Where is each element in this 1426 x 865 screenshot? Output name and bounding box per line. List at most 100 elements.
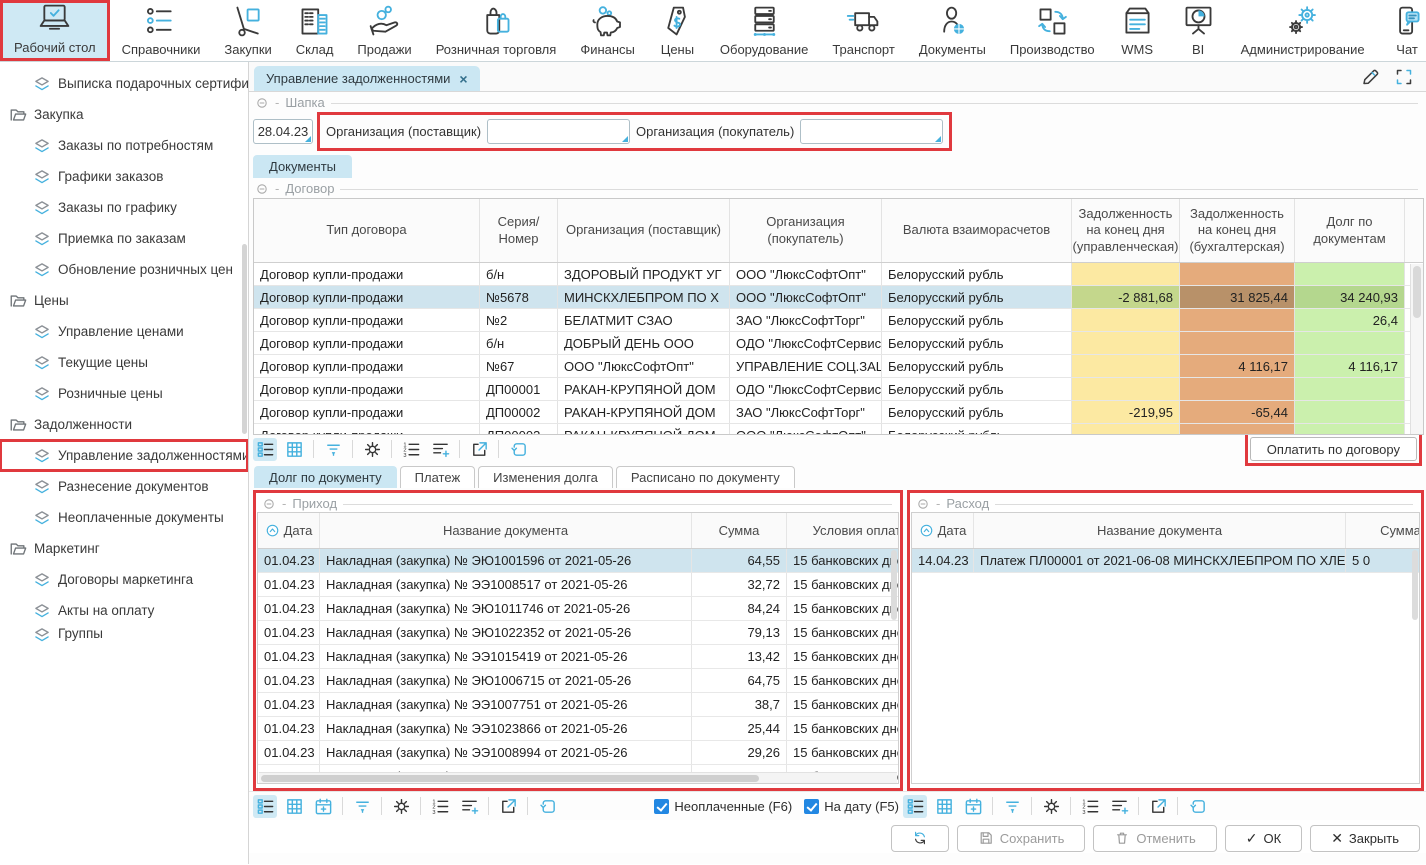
detail-tab-0[interactable]: Долг по документу <box>254 466 397 488</box>
contract-column-header[interactable]: Тип договора <box>254 199 480 262</box>
rashod-column-header[interactable]: Дата <box>912 513 974 548</box>
contract-tool-filter-icon[interactable] <box>321 438 345 461</box>
sidebar-scrollbar[interactable] <box>242 244 247 434</box>
sidebar-item[interactable]: Управление ценами <box>0 316 248 347</box>
close-button[interactable]: ✕Закрыть <box>1310 825 1420 852</box>
tab-close-icon[interactable]: × <box>459 73 467 85</box>
ok-button[interactable]: ✓ОК <box>1225 825 1302 852</box>
contract-tool-reload-icon[interactable] <box>506 438 530 461</box>
sidebar-item[interactable]: Выписка подарочных сертифик <box>0 68 248 99</box>
contract-column-header[interactable]: Долг по документам <box>1295 199 1405 262</box>
prihod-tool-listview-icon[interactable] <box>253 795 277 818</box>
checkbox-icon[interactable] <box>804 799 819 814</box>
contract-row[interactable]: Договор купли-продажи№67ООО "ЛюксСофтОпт… <box>254 355 1423 378</box>
prihod-row[interactable]: 01.04.23Накладная (закупка) № ЭЭ1023866 … <box>258 717 898 741</box>
menu-item-chat[interactable]: Чат <box>1377 0 1426 61</box>
checkbox-unpaid[interactable]: Неоплаченные (F6) <box>654 799 792 814</box>
contract-column-header[interactable]: Задолженность на конец дня (бухгалтерска… <box>1180 199 1295 262</box>
rashod-tool-listview-icon[interactable] <box>903 795 927 818</box>
prihod-tool-grid-icon[interactable] <box>282 795 306 818</box>
contract-row[interactable]: Договор купли-продажиДП00002РАКАН-КРУПЯН… <box>254 401 1423 424</box>
menu-item-finance[interactable]: Финансы <box>568 0 647 61</box>
contract-tool-listview-icon[interactable] <box>253 438 277 461</box>
menu-item-admin[interactable]: Администрирование <box>1229 0 1377 61</box>
sidebar-item[interactable]: Договоры маркетинга <box>0 564 248 595</box>
menu-item-transport[interactable]: Транспорт <box>820 0 907 61</box>
prihod-hscrollbar[interactable] <box>259 772 897 783</box>
tab-documents[interactable]: Документы <box>253 155 352 178</box>
date-field[interactable]: 28.04.23 <box>253 119 313 144</box>
menu-item-warehouse[interactable]: Склад <box>284 0 346 61</box>
collapse-icon[interactable] <box>255 96 269 110</box>
menu-item-sales[interactable]: Продажи <box>345 0 423 61</box>
prihod-tool-gear-icon[interactable] <box>389 795 413 818</box>
sidebar-item[interactable]: Обновление розничных цен <box>0 254 248 285</box>
prihod-row[interactable]: 01.04.23Накладная (закупка) № ЭЭ1008517 … <box>258 573 898 597</box>
contract-row[interactable]: Договор купли-продажиДП00003РАКАН-КРУПЯН… <box>254 424 1423 435</box>
prihod-tool-reload-icon[interactable] <box>535 795 559 818</box>
rashod-tool-export-icon[interactable] <box>1146 795 1170 818</box>
buyer-org-input[interactable] <box>800 119 943 144</box>
prihod-row[interactable]: 01.04.23Накладная (закупка) № ЭЮ1011746 … <box>258 597 898 621</box>
rashod-vscrollbar[interactable] <box>1412 550 1418 620</box>
rashod-tool-grid-icon[interactable] <box>932 795 956 818</box>
detail-tab-3[interactable]: Расписано по документу <box>616 466 795 488</box>
contract-row[interactable]: Договор купли-продажиДП00001РАКАН-КРУПЯН… <box>254 378 1423 401</box>
menu-item-bi[interactable]: BI <box>1168 0 1229 61</box>
prihod-tool-numbered-icon[interactable]: 123 <box>428 795 452 818</box>
sidebar-item[interactable]: Неоплаченные документы <box>0 502 248 533</box>
contract-table-scrollbar[interactable] <box>1410 264 1423 434</box>
contract-tool-gear-icon[interactable] <box>360 438 384 461</box>
tab-debt-management[interactable]: Управление задолженностями × <box>254 66 480 91</box>
cancel-button[interactable]: Отменить <box>1093 825 1216 852</box>
prihod-row[interactable]: 01.04.23Накладная (закупка) № ЭЭ1008994 … <box>258 741 898 765</box>
detail-tab-1[interactable]: Платеж <box>400 466 475 488</box>
rashod-tool-addrow-icon[interactable] <box>1107 795 1131 818</box>
prihod-column-header[interactable]: Название документа <box>320 513 692 548</box>
checkbox-icon[interactable] <box>654 799 669 814</box>
checkbox-on-date[interactable]: На дату (F5) <box>804 799 899 814</box>
menu-item-prices[interactable]: Цены <box>647 0 708 61</box>
save-button[interactable]: Сохранить <box>957 825 1086 852</box>
sidebar-item[interactable]: Заказы по потребностям <box>0 130 248 161</box>
contract-tool-addrow-icon[interactable] <box>428 438 452 461</box>
collapse-icon[interactable] <box>255 182 269 196</box>
pay-by-contract-button[interactable]: Оплатить по договору <box>1250 437 1417 461</box>
contract-row[interactable]: Договор купли-продажиб/нДОБРЫЙ ДЕНЬ ОООО… <box>254 332 1423 355</box>
contract-column-header[interactable]: Организация (поставщик) <box>558 199 730 262</box>
rashod-tool-reload-icon[interactable] <box>1185 795 1209 818</box>
edit-pencil-icon[interactable] <box>1360 67 1380 87</box>
sidebar-item[interactable]: Акты на оплату <box>0 595 248 626</box>
sidebar-item[interactable]: Текущие цены <box>0 347 248 378</box>
prihod-tool-export-icon[interactable] <box>496 795 520 818</box>
sidebar-item[interactable]: Задолженности <box>0 409 248 440</box>
collapse-icon[interactable] <box>262 497 276 511</box>
menu-item-desktop[interactable]: Рабочий стол <box>0 0 110 61</box>
sidebar-item[interactable]: Розничные цены <box>0 378 248 409</box>
menu-item-retail[interactable]: Розничная торговля <box>424 0 569 61</box>
prihod-tool-calendar-icon[interactable] <box>311 795 335 818</box>
contract-row[interactable]: Договор купли-продажи№2БЕЛАТМИТ СЗАОЗАО … <box>254 309 1423 332</box>
menu-item-purchases[interactable]: Закупки <box>212 0 283 61</box>
prihod-row[interactable]: 01.04.23Накладная (закупка) № ЭЮ1001596 … <box>258 549 898 573</box>
rashod-tool-gear-icon[interactable] <box>1039 795 1063 818</box>
rashod-tool-calendar-icon[interactable] <box>961 795 985 818</box>
contract-tool-grid-icon[interactable] <box>282 438 306 461</box>
menu-item-wms[interactable]: WMS <box>1107 0 1168 61</box>
sidebar-item[interactable]: Приемка по заказам <box>0 223 248 254</box>
prihod-vscrollbar[interactable] <box>891 550 897 620</box>
sidebar-item[interactable]: Заказы по графику <box>0 192 248 223</box>
supplier-org-input[interactable] <box>487 119 630 144</box>
sidebar-item[interactable]: Графики заказов <box>0 161 248 192</box>
rashod-column-header[interactable]: Название документа <box>974 513 1346 548</box>
prihod-row[interactable]: 01.04.23Накладная (закупка) № ЭЮ1006715 … <box>258 669 898 693</box>
sidebar-item[interactable]: Группы <box>0 626 248 642</box>
sidebar-item[interactable]: Цены <box>0 285 248 316</box>
contract-column-header[interactable]: Валюта взаиморасчетов <box>882 199 1072 262</box>
prihod-tool-addrow-icon[interactable] <box>457 795 481 818</box>
sidebar-item[interactable]: Управление задолженностями <box>0 440 248 471</box>
detail-tab-2[interactable]: Изменения долга <box>478 466 613 488</box>
prihod-row[interactable]: 01.04.23Накладная (закупка) № ЭЭ1007751 … <box>258 693 898 717</box>
contract-tool-numbered-icon[interactable]: 123 <box>399 438 423 461</box>
prihod-column-header[interactable]: Сумма <box>692 513 787 548</box>
